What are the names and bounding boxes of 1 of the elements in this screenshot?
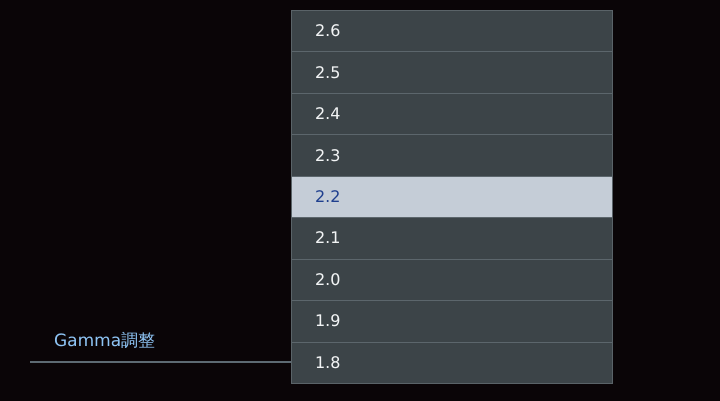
option-item[interactable]: 2.2 bbox=[292, 176, 612, 218]
